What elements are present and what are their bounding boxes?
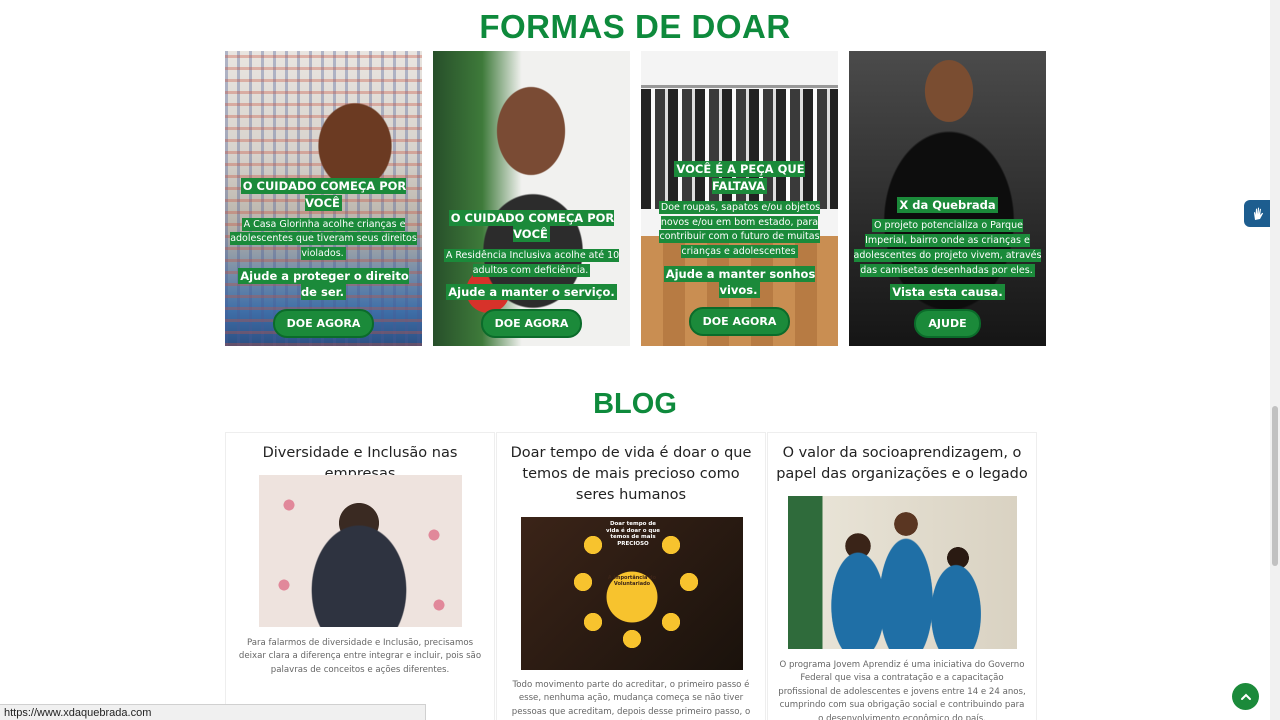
donate-card-casa-glorinha[interactable]: O CUIDADO COMEÇA POR VOCÊ A Casa Glorinh… xyxy=(225,51,422,346)
blog-post-title[interactable]: Doar tempo de vida é doar o que temos de… xyxy=(497,433,765,506)
card-headline: O CUIDADO COMEÇA POR VOCÊ xyxy=(448,209,615,243)
donate-card-x-da-quebrada[interactable]: X da Quebrada O projeto potencializa o P… xyxy=(849,51,1046,346)
clothes-rail xyxy=(641,85,838,88)
blog-post-excerpt: Para falarmos de diversidade e Inclusão,… xyxy=(238,638,482,675)
card-cta-text: Ajude a proteger o direito de ser. xyxy=(238,267,409,301)
card-cta-text: Vista esta causa. xyxy=(890,284,1005,301)
blog-section-title: BLOG xyxy=(593,388,677,420)
infographic-title: Doar tempo de vida é doar o que temos de… xyxy=(605,521,660,547)
donate-now-button[interactable]: DOE AGORA xyxy=(272,309,375,338)
blog-post-image[interactable]: Doar tempo de vida é doar o que temos de… xyxy=(521,517,743,670)
blog-post-excerpt: O programa Jovem Aprendiz é uma iniciati… xyxy=(778,660,1026,720)
card-headline: VOCÊ É A PEÇA QUE FALTAVA xyxy=(674,161,805,195)
chevron-up-icon xyxy=(1240,693,1251,700)
donate-section-title: FORMAS DE DOAR xyxy=(479,8,791,45)
card-cta-text: Ajude a manter o serviço. xyxy=(446,284,617,301)
page-scrollbar[interactable] xyxy=(1270,0,1280,720)
blog-post-image[interactable] xyxy=(259,475,462,627)
back-to-top-button[interactable] xyxy=(1232,683,1259,710)
blog-post-image[interactable] xyxy=(788,496,1017,649)
donate-card-bazar[interactable]: VOCÊ É A PEÇA QUE FALTAVA Doe roupas, sa… xyxy=(641,51,838,346)
card-headline: X da Quebrada xyxy=(897,196,998,213)
blog-post-title[interactable]: O valor da socioaprendizagem, o papel da… xyxy=(768,433,1036,485)
card-description: Doe roupas, sapatos e/ou objetos novos e… xyxy=(658,200,821,258)
donate-card-residencia-inclusiva[interactable]: O CUIDADO COMEÇA POR VOCÊ A Residência I… xyxy=(433,51,630,346)
card-cta-text: Ajude a manter sonhos vivos. xyxy=(663,265,816,299)
blog-post-card[interactable]: Diversidade e Inclusão nas empresas Para… xyxy=(225,432,495,720)
card-headline: O CUIDADO COMEÇA POR VOCÊ xyxy=(240,178,407,211)
link-status-bar: https://www.xdaquebrada.com xyxy=(0,704,426,720)
donate-now-button[interactable]: DOE AGORA xyxy=(480,309,583,338)
donate-now-button[interactable]: DOE AGORA xyxy=(688,307,791,336)
hand-icon xyxy=(1253,207,1263,220)
help-button[interactable]: AJUDE xyxy=(914,309,981,338)
card-description: O projeto potencializa o Parque Imperial… xyxy=(853,219,1042,277)
infographic-center-label: A importância do Voluntariado xyxy=(607,575,657,587)
blog-post-card[interactable]: Doar tempo de vida é doar o que temos de… xyxy=(496,432,766,720)
blog-post-excerpt: Todo movimento parte do acreditar, o pri… xyxy=(511,680,751,717)
blog-post-card[interactable]: O valor da socioaprendizagem, o papel da… xyxy=(767,432,1037,720)
card-description: A Casa Glorinha acolhe crianças e adoles… xyxy=(230,217,417,260)
scrollbar-thumb[interactable] xyxy=(1272,406,1278,566)
sign-language-hand-icon[interactable] xyxy=(1244,200,1271,227)
card-description: A Residência Inclusiva acolhe até 10 adu… xyxy=(443,248,620,277)
